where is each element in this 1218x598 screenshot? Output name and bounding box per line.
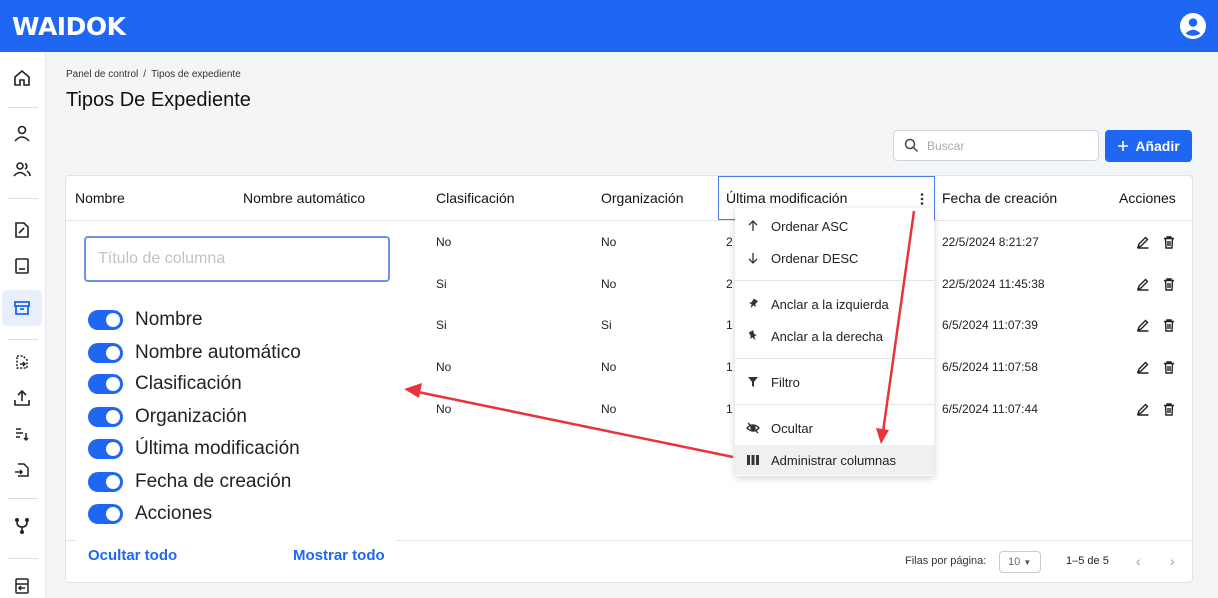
add-button[interactable]: Añadir <box>1105 130 1192 162</box>
search-icon <box>904 138 919 153</box>
top-bar: WAIDOK <box>0 0 1218 52</box>
menu-item-pin-left[interactable]: Anclar a la izquierda <box>735 289 934 319</box>
menu-item-filter[interactable]: Filtro <box>735 367 934 397</box>
menu-item-hide[interactable]: Ocultar <box>735 413 934 443</box>
plus-icon <box>1117 140 1129 152</box>
delete-icon[interactable] <box>1162 235 1176 249</box>
columns-icon <box>735 455 771 465</box>
delete-icon[interactable] <box>1162 402 1176 416</box>
file-transfer-icon[interactable] <box>10 350 34 374</box>
column-header-fecha-creacion[interactable]: Fecha de creación <box>942 190 1057 206</box>
toggle-switch[interactable] <box>88 472 123 492</box>
document-icon[interactable] <box>10 254 34 278</box>
edit-icon[interactable] <box>1136 360 1150 374</box>
caret-down-icon: ▼ <box>1023 558 1032 567</box>
column-toggle-nombre[interactable]: Nombre <box>88 308 203 332</box>
column-menu-icon[interactable] <box>919 192 925 206</box>
pin-icon <box>735 298 771 310</box>
column-title-input[interactable] <box>84 236 390 282</box>
user-avatar-icon[interactable] <box>1178 11 1208 41</box>
edit-icon[interactable] <box>1136 235 1150 249</box>
rows-per-page-label: Filas por página: <box>905 555 987 567</box>
eye-off-icon <box>735 422 771 434</box>
edit-icon[interactable] <box>1136 402 1150 416</box>
rows-per-page-select[interactable]: 10 ▼ <box>999 551 1041 573</box>
breadcrumb-root[interactable]: Panel de control <box>66 69 138 80</box>
column-header-ultima-modificacion[interactable]: Última modificación <box>726 190 847 206</box>
delete-icon[interactable] <box>1162 360 1176 374</box>
filter-icon <box>735 376 771 388</box>
hide-all-button[interactable]: Ocultar todo <box>88 547 177 564</box>
toggle-switch[interactable] <box>88 374 123 394</box>
next-page-icon[interactable]: › <box>1170 553 1175 569</box>
column-header-nombre-automatico[interactable]: Nombre automático <box>243 190 365 206</box>
users-icon[interactable] <box>10 158 34 182</box>
search-box[interactable] <box>893 130 1099 161</box>
column-header-clasificacion[interactable]: Clasificación <box>436 190 515 206</box>
toggle-switch[interactable] <box>88 439 123 459</box>
column-toggle-organizacion[interactable]: Organización <box>88 405 247 429</box>
home-icon[interactable] <box>10 66 34 90</box>
workflow-icon[interactable] <box>10 514 34 538</box>
menu-item-pin-right[interactable]: Anclar a la derecha <box>735 321 934 351</box>
breadcrumb-current: Tipos de expediente <box>151 69 241 80</box>
previous-page-icon[interactable]: ‹ <box>1136 553 1141 569</box>
archive-icon[interactable] <box>10 296 34 320</box>
page-title: Tipos De Expediente <box>66 89 251 111</box>
menu-item-manage-columns[interactable]: Administrar columnas <box>735 445 934 475</box>
delete-icon[interactable] <box>1162 277 1176 291</box>
toggle-switch[interactable] <box>88 343 123 363</box>
toggle-switch[interactable] <box>88 407 123 427</box>
sidebar <box>0 52 46 598</box>
menu-item-sort-asc[interactable]: Ordenar ASC <box>735 211 934 241</box>
menu-item-sort-desc[interactable]: Ordenar DESC <box>735 243 934 273</box>
column-header-nombre[interactable]: Nombre <box>75 190 125 206</box>
search-input[interactable] <box>927 138 1077 153</box>
column-toggle-ultima-modificacion[interactable]: Última modificación <box>88 437 300 461</box>
pin-icon <box>735 330 771 342</box>
arrow-up-icon <box>735 220 771 232</box>
document-sign-icon[interactable] <box>10 218 34 242</box>
app-logo: WAIDOK <box>12 11 126 41</box>
file-export-icon[interactable] <box>10 458 34 482</box>
user-icon[interactable] <box>10 122 34 146</box>
column-toggle-clasificacion[interactable]: Clasificación <box>88 372 242 396</box>
column-toggle-fecha-creacion[interactable]: Fecha de creación <box>88 470 291 494</box>
column-header-acciones: Acciones <box>1119 190 1176 206</box>
toggle-switch[interactable] <box>88 310 123 330</box>
show-all-button[interactable]: Mostrar todo <box>293 547 385 564</box>
edit-icon[interactable] <box>1136 318 1150 332</box>
column-header-organizacion[interactable]: Organización <box>601 190 684 206</box>
list-sort-icon[interactable] <box>10 422 34 446</box>
toggle-switch[interactable] <box>88 504 123 524</box>
column-toggle-nombre-automatico[interactable]: Nombre automático <box>88 341 301 365</box>
arrow-down-icon <box>735 252 771 264</box>
breadcrumb: Panel de control / Tipos de expediente <box>66 69 241 80</box>
edit-icon[interactable] <box>1136 277 1150 291</box>
delete-icon[interactable] <box>1162 318 1176 332</box>
column-toggle-acciones[interactable]: Acciones <box>88 502 212 526</box>
upload-icon[interactable] <box>10 386 34 410</box>
pagination-range: 1–5 de 5 <box>1066 555 1109 567</box>
inbox-transfer-icon[interactable] <box>10 574 34 598</box>
